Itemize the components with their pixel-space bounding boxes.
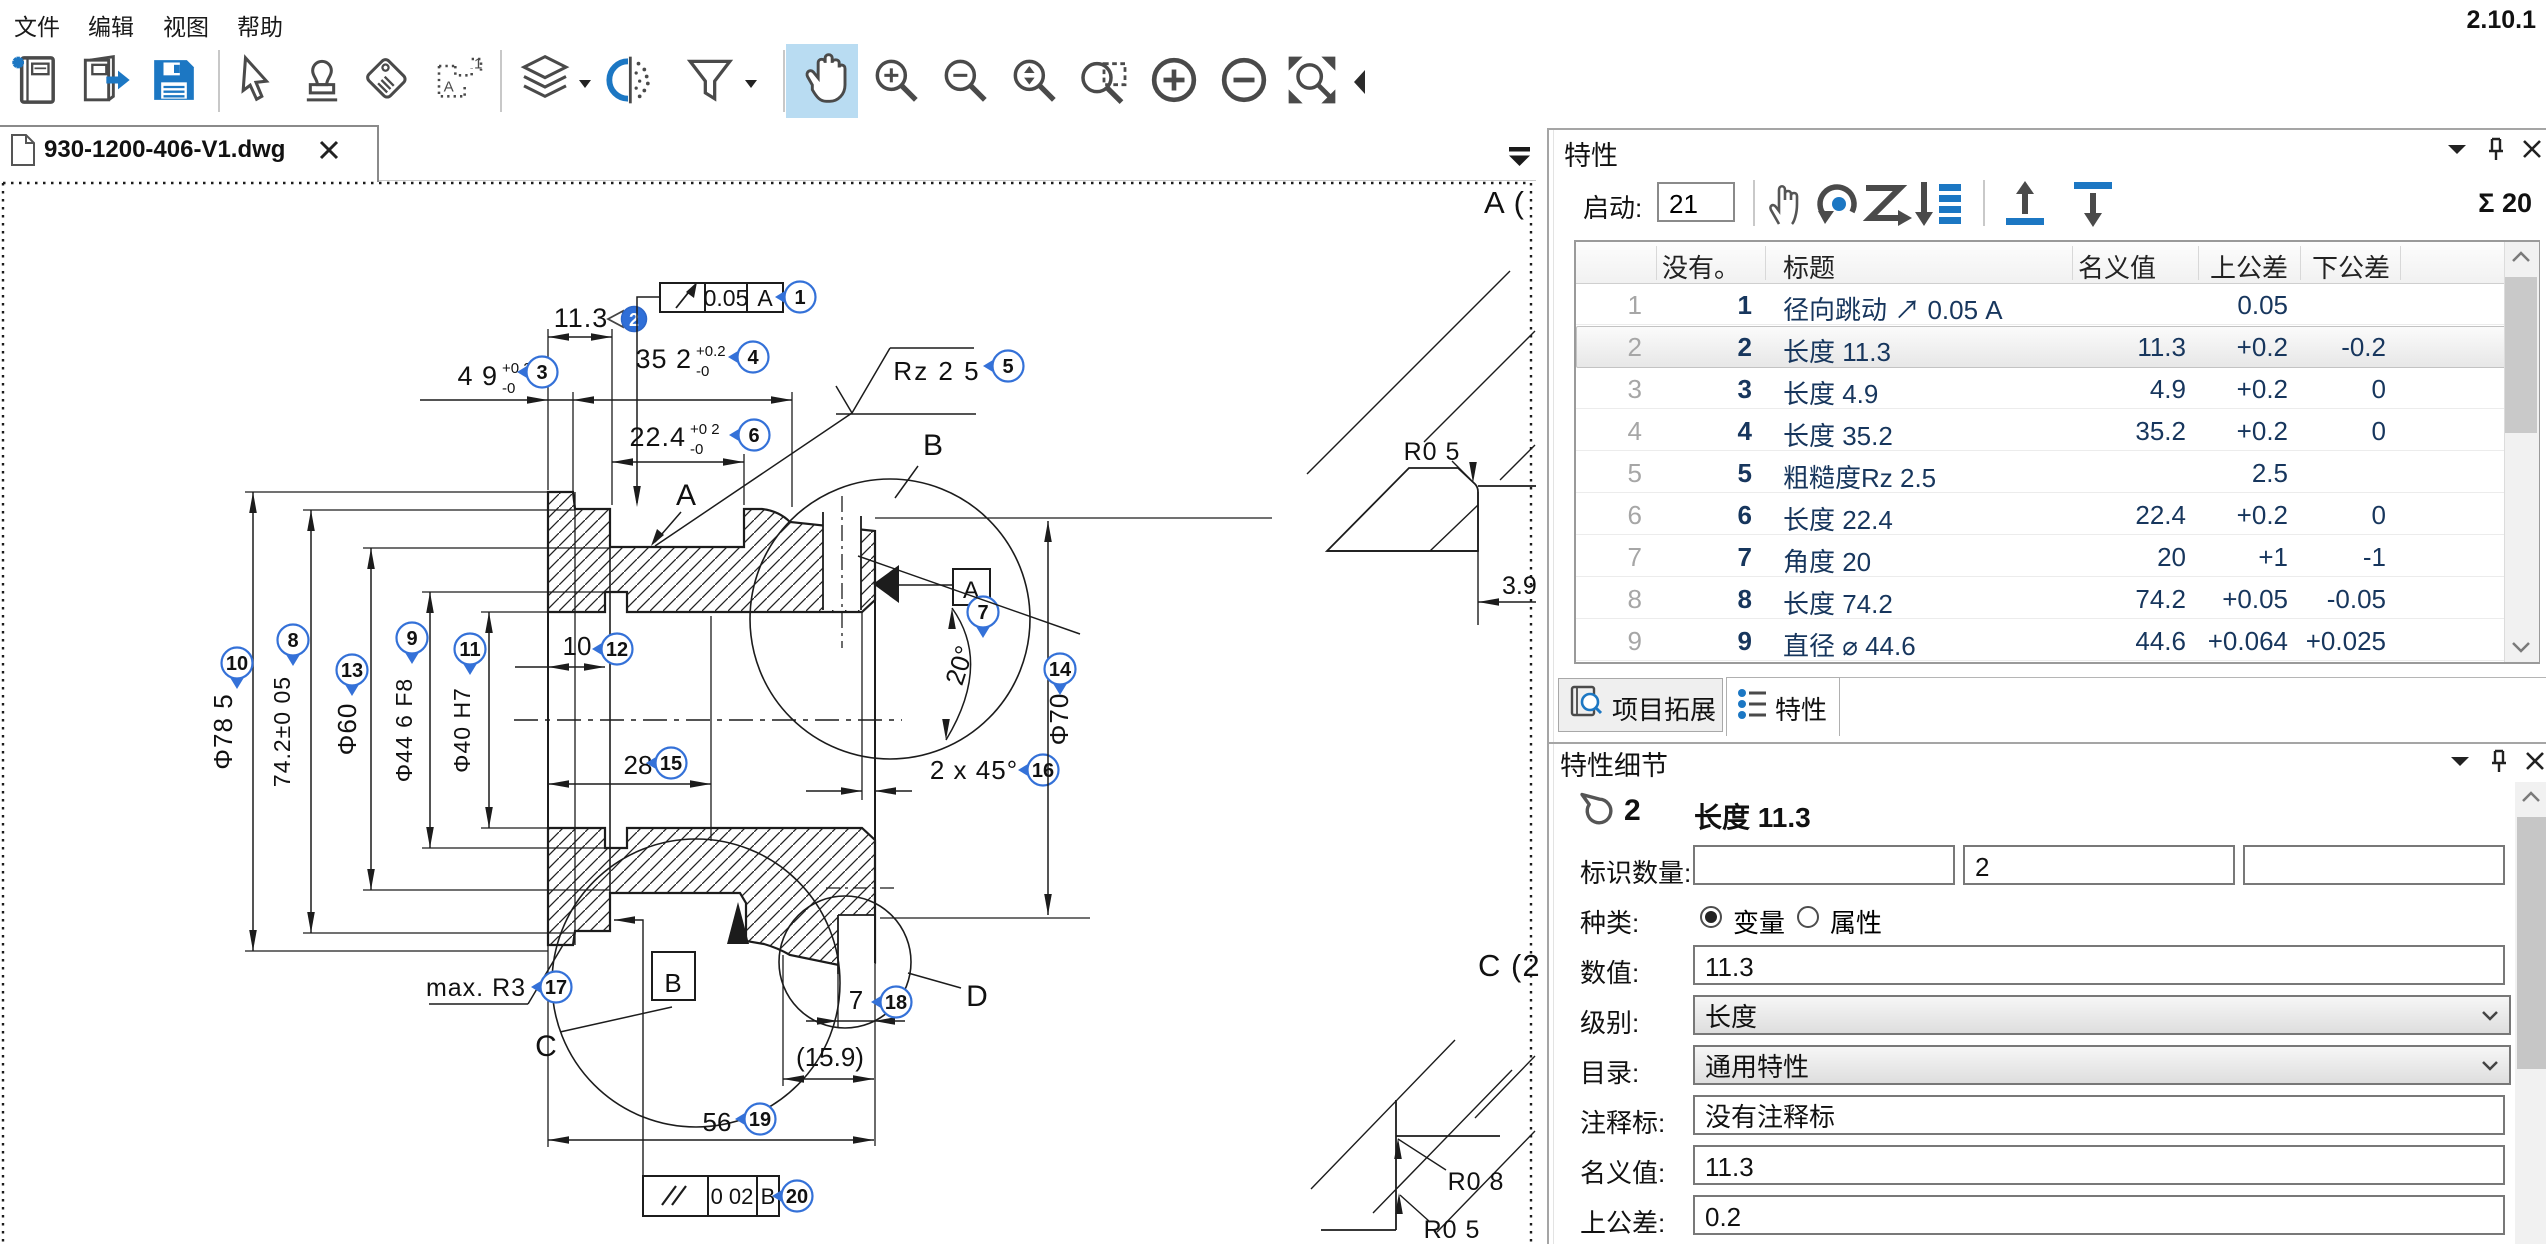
svg-text:C (2: C (2: [1478, 948, 1541, 983]
svg-text:Φ78 5: Φ78 5: [208, 693, 238, 769]
svg-text:B: B: [664, 968, 681, 998]
svg-text:19: 19: [749, 1109, 771, 1131]
svg-text:10: 10: [226, 653, 248, 675]
svg-text:56: 56: [703, 1107, 732, 1137]
svg-text:12: 12: [606, 639, 628, 661]
svg-text:Φ44 6 F8: Φ44 6 F8: [391, 678, 417, 782]
svg-text:6: 6: [748, 425, 759, 447]
svg-text:28: 28: [624, 750, 653, 780]
svg-text:3: 3: [536, 362, 547, 384]
svg-text:-0: -0: [502, 380, 515, 397]
svg-text:1: 1: [794, 287, 805, 309]
svg-text:15: 15: [660, 753, 682, 775]
svg-text:C: C: [535, 1030, 557, 1063]
svg-text:22.4: 22.4: [629, 422, 686, 452]
svg-text:max. R3: max. R3: [426, 974, 526, 1002]
svg-text:7: 7: [977, 602, 988, 624]
svg-text:(15.9): (15.9): [796, 1042, 864, 1072]
svg-text:35 2: 35 2: [635, 344, 692, 374]
svg-text:-0: -0: [690, 441, 703, 458]
svg-text:3.9: 3.9: [1502, 572, 1537, 600]
svg-text:20°: 20°: [939, 642, 980, 689]
svg-text:B: B: [923, 429, 943, 462]
svg-text:0.05: 0.05: [704, 285, 749, 311]
svg-text:+0 2: +0 2: [690, 421, 720, 438]
svg-text:74.2±0 05: 74.2±0 05: [269, 676, 295, 787]
svg-text:Rz 2 5: Rz 2 5: [893, 356, 980, 386]
svg-text:4: 4: [747, 347, 759, 369]
svg-text:D: D: [966, 980, 988, 1013]
svg-text:20: 20: [786, 1186, 808, 1208]
svg-text:A: A: [757, 285, 773, 311]
svg-text:18: 18: [885, 992, 907, 1014]
svg-text:17: 17: [545, 977, 567, 999]
svg-text:9: 9: [406, 628, 417, 650]
svg-text:0 02: 0 02: [711, 1184, 754, 1209]
svg-text:10: 10: [563, 631, 592, 661]
svg-text:A (: A (: [1484, 185, 1525, 220]
svg-text:R0 5: R0 5: [1424, 1216, 1481, 1244]
svg-text:16: 16: [1032, 760, 1054, 782]
svg-text:R0 8: R0 8: [1448, 1168, 1505, 1196]
svg-text:11.3: 11.3: [554, 303, 609, 333]
svg-text:+0.2: +0.2: [696, 343, 726, 360]
svg-text:11: 11: [459, 639, 480, 661]
svg-text:Φ70: Φ70: [1044, 693, 1074, 746]
svg-text:Φ60: Φ60: [332, 703, 362, 756]
svg-text:5: 5: [1002, 356, 1013, 378]
svg-text:4 9: 4 9: [457, 361, 498, 391]
svg-text:7: 7: [849, 985, 863, 1015]
svg-text:-0: -0: [696, 363, 709, 380]
svg-text:A: A: [676, 479, 696, 512]
svg-text:Φ40 H7: Φ40 H7: [449, 687, 475, 773]
svg-text:13: 13: [341, 660, 363, 682]
svg-text:14: 14: [1049, 659, 1072, 681]
svg-text:8: 8: [287, 630, 298, 652]
svg-text:2 x 45°: 2 x 45°: [930, 755, 1018, 785]
